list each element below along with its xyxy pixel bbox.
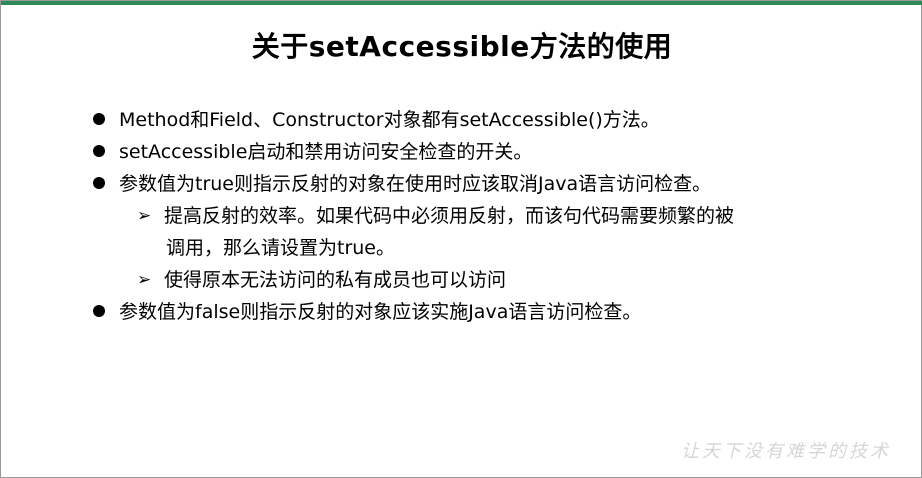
- bullet-item: Method和Field、Constructor对象都有setAccessibl…: [89, 104, 889, 136]
- top-accent-bar: [1, 1, 922, 5]
- slide-title: 关于setAccessible方法的使用: [251, 30, 673, 63]
- bullet-text: setAccessible启动和禁用访问安全检查的开关。: [119, 141, 533, 163]
- sub-bullet-item: ➢ 使得原本无法访问的私有成员也可以访问: [89, 264, 889, 296]
- bullet-dot-icon: [93, 113, 105, 125]
- bullet-item: 参数值为false则指示反射的对象应该实施Java语言访问检查。: [89, 296, 889, 328]
- bullet-dot-icon: [93, 177, 105, 189]
- bullet-dot-icon: [93, 145, 105, 157]
- bullet-item: 参数值为true则指示反射的对象在使用时应该取消Java语言访问检查。: [89, 168, 889, 200]
- bullet-list: Method和Field、Constructor对象都有setAccessibl…: [89, 104, 889, 328]
- arrow-bullet-icon: ➢: [137, 206, 152, 226]
- bullet-dot-icon: [93, 305, 105, 317]
- bullet-text: 参数值为false则指示反射的对象应该实施Java语言访问检查。: [119, 301, 642, 323]
- sub-bullet-continuation: 调用，那么请设置为true。: [166, 237, 395, 259]
- sub-bullet-text: 使得原本无法访问的私有成员也可以访问: [164, 269, 507, 291]
- sub-bullet-text: 提高反射的效率。如果代码中必须用反射，而该句代码需要频繁的被: [164, 205, 735, 227]
- bullet-text: Method和Field、Constructor对象都有setAccessibl…: [119, 109, 660, 131]
- bullet-text: 参数值为true则指示反射的对象在使用时应该取消Java语言访问检查。: [119, 173, 712, 195]
- sub-bullet-item: ➢ 提高反射的效率。如果代码中必须用反射，而该句代码需要频繁的被: [89, 200, 889, 232]
- bullet-item: setAccessible启动和禁用访问安全检查的开关。: [89, 136, 889, 168]
- watermark: 让天下没有难学的技术: [681, 441, 891, 462]
- slide: 关于setAccessible方法的使用 Method和Field、Constr…: [0, 0, 922, 478]
- arrow-bullet-icon: ➢: [137, 270, 152, 290]
